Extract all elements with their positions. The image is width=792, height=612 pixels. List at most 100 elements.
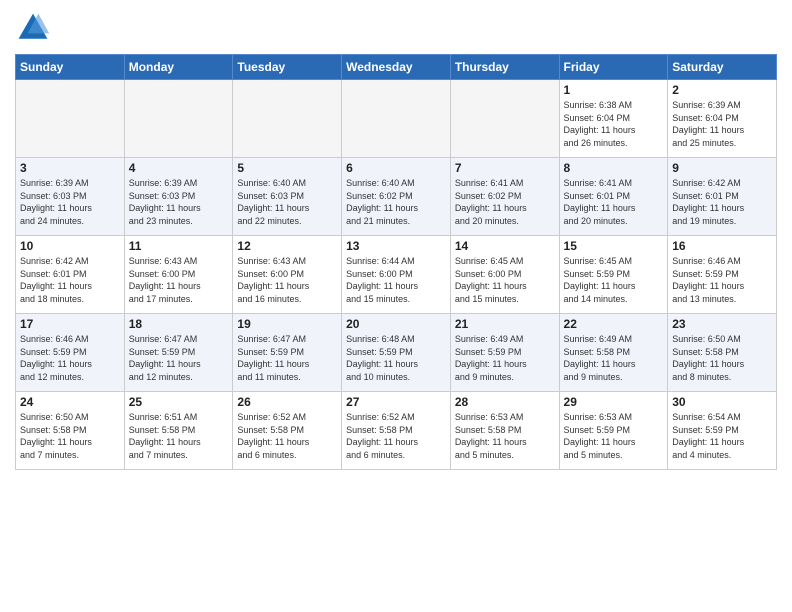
day-info: Sunrise: 6:45 AMSunset: 5:59 PMDaylight:…: [564, 255, 664, 305]
page: SundayMondayTuesdayWednesdayThursdayFrid…: [0, 0, 792, 612]
calendar-cell: 16 Sunrise: 6:46 AMSunset: 5:59 PMDayligh…: [668, 236, 777, 314]
calendar-cell: 7 Sunrise: 6:41 AMSunset: 6:02 PMDaylight…: [450, 158, 559, 236]
day-info: Sunrise: 6:52 AMSunset: 5:58 PMDaylight:…: [237, 411, 337, 461]
day-number: 21: [455, 317, 555, 331]
day-info: Sunrise: 6:41 AMSunset: 6:02 PMDaylight:…: [455, 177, 555, 227]
day-number: 20: [346, 317, 446, 331]
day-number: 2: [672, 83, 772, 97]
calendar-cell: 27Sunrise: 6:52 AMSunset: 5:58 PMDayligh…: [342, 392, 451, 470]
calendar-cell: 12 Sunrise: 6:43 AMSunset: 6:00 PMDayligh…: [233, 236, 342, 314]
day-info: Sunrise: 6:46 AMSunset: 5:59 PMDaylight:…: [672, 255, 772, 305]
day-number: 7: [455, 161, 555, 175]
day-info: Sunrise: 6:43 AMSunset: 6:00 PMDaylight:…: [129, 255, 229, 305]
day-number: 11: [129, 239, 229, 253]
calendar-week-4: 17 Sunrise: 6:46 AMSunset: 5:59 PMDayligh…: [16, 314, 777, 392]
header: [15, 10, 777, 46]
logo-icon: [15, 10, 51, 46]
day-info: Sunrise: 6:50 AMSunset: 5:58 PMDaylight:…: [20, 411, 120, 461]
calendar-cell: 9 Sunrise: 6:42 AMSunset: 6:01 PMDaylight…: [668, 158, 777, 236]
day-number: 9: [672, 161, 772, 175]
day-info: Sunrise: 6:38 AMSunset: 6:04 PMDaylight:…: [564, 99, 664, 149]
day-info: Sunrise: 6:47 AMSunset: 5:59 PMDaylight:…: [237, 333, 337, 383]
calendar-cell: 2 Sunrise: 6:39 AMSunset: 6:04 PMDaylight…: [668, 80, 777, 158]
day-number: 13: [346, 239, 446, 253]
logo: [15, 10, 55, 46]
calendar-cell: 5Sunrise: 6:40 AMSunset: 6:03 PMDaylight…: [233, 158, 342, 236]
day-number: 14: [455, 239, 555, 253]
calendar-cell: 11 Sunrise: 6:43 AMSunset: 6:00 PMDayligh…: [124, 236, 233, 314]
calendar-cell: 28 Sunrise: 6:53 AMSunset: 5:58 PMDayligh…: [450, 392, 559, 470]
day-info: Sunrise: 6:49 AMSunset: 5:59 PMDaylight:…: [455, 333, 555, 383]
day-number: 1: [564, 83, 664, 97]
day-number: 3: [20, 161, 120, 175]
calendar-cell: 14 Sunrise: 6:45 AMSunset: 6:00 PMDayligh…: [450, 236, 559, 314]
weekday-header-thursday: Thursday: [450, 55, 559, 80]
day-number: 18: [129, 317, 229, 331]
weekday-header-wednesday: Wednesday: [342, 55, 451, 80]
calendar-cell: 20 Sunrise: 6:48 AMSunset: 5:59 PMDayligh…: [342, 314, 451, 392]
weekday-header-friday: Friday: [559, 55, 668, 80]
calendar-header: SundayMondayTuesdayWednesdayThursdayFrid…: [16, 55, 777, 80]
day-info: Sunrise: 6:39 AMSunset: 6:03 PMDaylight:…: [129, 177, 229, 227]
calendar-cell: [233, 80, 342, 158]
calendar-cell: 15 Sunrise: 6:45 AMSunset: 5:59 PMDayligh…: [559, 236, 668, 314]
day-number: 23: [672, 317, 772, 331]
calendar-week-1: 1 Sunrise: 6:38 AMSunset: 6:04 PMDaylight…: [16, 80, 777, 158]
weekday-header-tuesday: Tuesday: [233, 55, 342, 80]
day-number: 12: [237, 239, 337, 253]
calendar-cell: 24 Sunrise: 6:50 AMSunset: 5:58 PMDayligh…: [16, 392, 125, 470]
calendar-cell: [342, 80, 451, 158]
day-info: Sunrise: 6:54 AMSunset: 5:59 PMDaylight:…: [672, 411, 772, 461]
day-info: Sunrise: 6:44 AMSunset: 6:00 PMDaylight:…: [346, 255, 446, 305]
calendar-cell: 10 Sunrise: 6:42 AMSunset: 6:01 PMDayligh…: [16, 236, 125, 314]
calendar-cell: 4 Sunrise: 6:39 AMSunset: 6:03 PMDaylight…: [124, 158, 233, 236]
day-number: 29: [564, 395, 664, 409]
day-info: Sunrise: 6:53 AMSunset: 5:59 PMDaylight:…: [564, 411, 664, 461]
day-number: 4: [129, 161, 229, 175]
day-number: 6: [346, 161, 446, 175]
calendar-cell: 1 Sunrise: 6:38 AMSunset: 6:04 PMDaylight…: [559, 80, 668, 158]
calendar-week-5: 24 Sunrise: 6:50 AMSunset: 5:58 PMDayligh…: [16, 392, 777, 470]
calendar-cell: 6Sunrise: 6:40 AMSunset: 6:02 PMDaylight…: [342, 158, 451, 236]
calendar-cell: 22 Sunrise: 6:49 AMSunset: 5:58 PMDayligh…: [559, 314, 668, 392]
day-info: Sunrise: 6:48 AMSunset: 5:59 PMDaylight:…: [346, 333, 446, 383]
day-number: 22: [564, 317, 664, 331]
day-number: 28: [455, 395, 555, 409]
calendar-cell: 17 Sunrise: 6:46 AMSunset: 5:59 PMDayligh…: [16, 314, 125, 392]
day-info: Sunrise: 6:52 AMSunset: 5:58 PMDaylight:…: [346, 411, 446, 461]
day-info: Sunrise: 6:39 AMSunset: 6:04 PMDaylight:…: [672, 99, 772, 149]
day-info: Sunrise: 6:47 AMSunset: 5:59 PMDaylight:…: [129, 333, 229, 383]
day-info: Sunrise: 6:41 AMSunset: 6:01 PMDaylight:…: [564, 177, 664, 227]
calendar-cell: 23 Sunrise: 6:50 AMSunset: 5:58 PMDayligh…: [668, 314, 777, 392]
day-number: 24: [20, 395, 120, 409]
calendar-cell: 21 Sunrise: 6:49 AMSunset: 5:59 PMDayligh…: [450, 314, 559, 392]
calendar-body: 1 Sunrise: 6:38 AMSunset: 6:04 PMDaylight…: [16, 80, 777, 470]
calendar-cell: 19 Sunrise: 6:47 AMSunset: 5:59 PMDayligh…: [233, 314, 342, 392]
day-info: Sunrise: 6:45 AMSunset: 6:00 PMDaylight:…: [455, 255, 555, 305]
day-info: Sunrise: 6:50 AMSunset: 5:58 PMDaylight:…: [672, 333, 772, 383]
weekday-header-sunday: Sunday: [16, 55, 125, 80]
day-number: 15: [564, 239, 664, 253]
day-number: 10: [20, 239, 120, 253]
day-info: Sunrise: 6:46 AMSunset: 5:59 PMDaylight:…: [20, 333, 120, 383]
calendar-cell: [450, 80, 559, 158]
day-info: Sunrise: 6:39 AMSunset: 6:03 PMDaylight:…: [20, 177, 120, 227]
day-number: 17: [20, 317, 120, 331]
calendar-cell: 8 Sunrise: 6:41 AMSunset: 6:01 PMDaylight…: [559, 158, 668, 236]
calendar-cell: 3 Sunrise: 6:39 AMSunset: 6:03 PMDaylight…: [16, 158, 125, 236]
day-info: Sunrise: 6:49 AMSunset: 5:58 PMDaylight:…: [564, 333, 664, 383]
day-number: 16: [672, 239, 772, 253]
calendar-cell: 18 Sunrise: 6:47 AMSunset: 5:59 PMDayligh…: [124, 314, 233, 392]
calendar-week-2: 3 Sunrise: 6:39 AMSunset: 6:03 PMDaylight…: [16, 158, 777, 236]
weekday-row: SundayMondayTuesdayWednesdayThursdayFrid…: [16, 55, 777, 80]
calendar-week-3: 10 Sunrise: 6:42 AMSunset: 6:01 PMDayligh…: [16, 236, 777, 314]
day-info: Sunrise: 6:42 AMSunset: 6:01 PMDaylight:…: [672, 177, 772, 227]
day-info: Sunrise: 6:53 AMSunset: 5:58 PMDaylight:…: [455, 411, 555, 461]
day-info: Sunrise: 6:43 AMSunset: 6:00 PMDaylight:…: [237, 255, 337, 305]
day-number: 8: [564, 161, 664, 175]
calendar-cell: 25Sunrise: 6:51 AMSunset: 5:58 PMDayligh…: [124, 392, 233, 470]
day-info: Sunrise: 6:42 AMSunset: 6:01 PMDaylight:…: [20, 255, 120, 305]
day-number: 19: [237, 317, 337, 331]
day-number: 5: [237, 161, 337, 175]
day-number: 25: [129, 395, 229, 409]
